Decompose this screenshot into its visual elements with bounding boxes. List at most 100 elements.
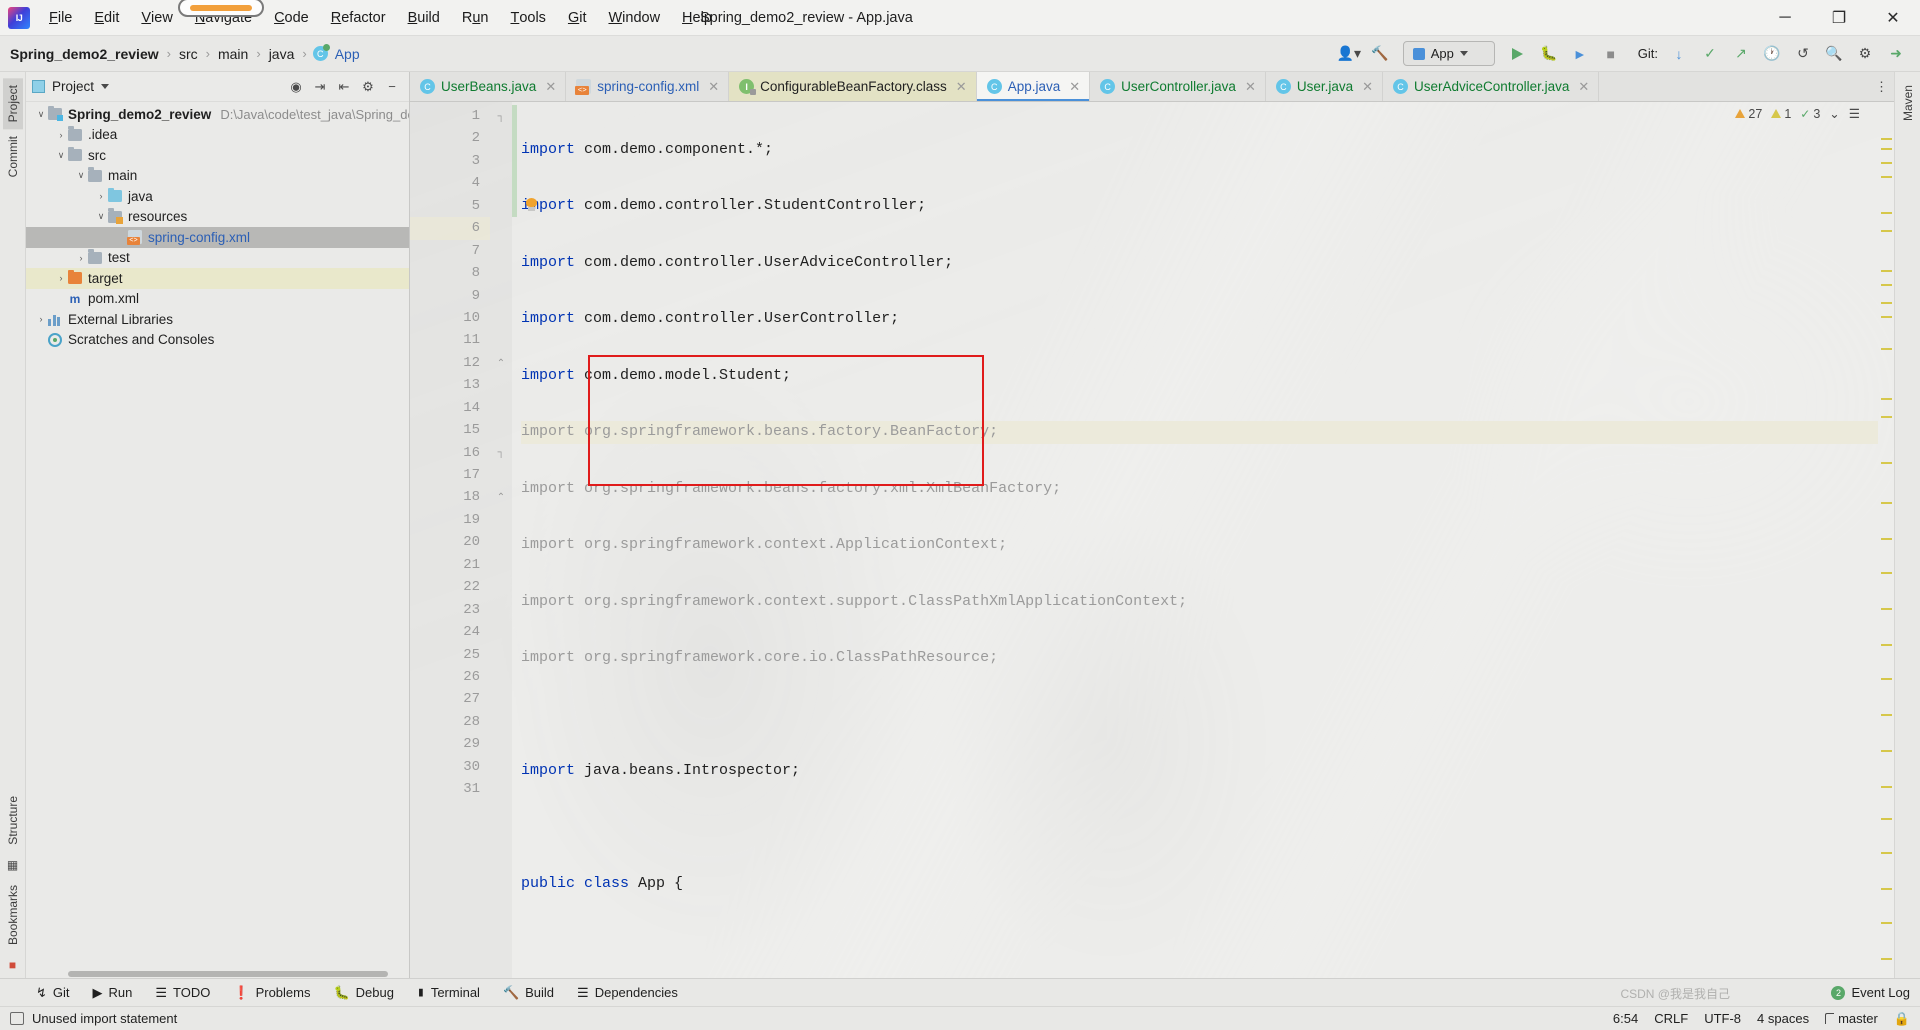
menu-item-window[interactable]: Window — [597, 0, 671, 35]
menu-item-tools[interactable]: Tools — [499, 0, 556, 35]
bottom-item-run[interactable]: ▶ Run — [83, 981, 143, 1005]
tree-node-external-libraries[interactable]: › External Libraries — [26, 309, 409, 330]
run-configuration-selector[interactable]: App — [1402, 41, 1495, 66]
sidebar-item-structure[interactable]: Structure — [3, 789, 23, 852]
chevron-right-icon[interactable]: › — [34, 314, 48, 324]
fold-marker[interactable]: ┐ — [490, 442, 512, 464]
event-log-widget[interactable]: 2 Event Log — [1831, 985, 1920, 1000]
search-icon[interactable]: ➜ — [1882, 41, 1910, 67]
build-hammer-icon[interactable]: 🔨 — [1366, 41, 1394, 67]
editor-tab-user-java[interactable]: C User.java ✕ — [1266, 72, 1384, 101]
chevron-right-icon[interactable]: › — [54, 130, 68, 140]
tree-node-idea[interactable]: › .idea — [26, 125, 409, 146]
close-icon[interactable]: ✕ — [1069, 79, 1080, 95]
editor-tab-usercontroller-java[interactable]: C UserController.java ✕ — [1090, 72, 1266, 101]
chevron-down-icon[interactable]: ∨ — [74, 170, 88, 181]
git-update-icon[interactable]: ↓ — [1665, 41, 1693, 67]
maximize-button[interactable]: ❐ — [1812, 0, 1866, 35]
rollback-icon[interactable]: ↺ — [1789, 41, 1817, 67]
chevron-right-icon[interactable]: › — [94, 191, 108, 201]
fold-marker[interactable]: ┐ — [490, 105, 512, 127]
run-icon[interactable] — [1504, 41, 1532, 67]
sidebar-item-commit[interactable]: Commit — [3, 129, 23, 184]
bottom-item-dependencies[interactable]: ☰ Dependencies — [567, 981, 688, 1005]
tree-node-java[interactable]: › java — [26, 186, 409, 207]
git-push-icon[interactable]: ↗ — [1727, 41, 1755, 67]
tree-node-scratches-and-consoles[interactable]: Scratches and Consoles — [26, 330, 409, 351]
error-stripe-gutter[interactable] — [1878, 102, 1894, 978]
editor-tab-configurablebeanfactory-class[interactable]: I ConfigurableBeanFactory.class ✕ — [729, 72, 977, 101]
chevron-right-icon[interactable]: › — [74, 253, 88, 263]
line-separator[interactable]: CRLF — [1654, 1011, 1688, 1026]
close-icon[interactable]: ✕ — [1362, 79, 1373, 95]
inspection-widget[interactable]: 27 1 ✓ 3 ⌄ ☰ — [1735, 106, 1860, 121]
bottom-item-build[interactable]: 🔨 Build — [493, 981, 564, 1005]
sidebar-item-project[interactable]: Project — [2, 78, 23, 130]
tree-node-src[interactable]: ∨ src — [26, 145, 409, 166]
run-with-coverage-icon[interactable]: ► — [1566, 41, 1594, 67]
breadcrumb-item-java[interactable]: java — [267, 46, 297, 62]
git-branch-widget[interactable]: master — [1825, 1011, 1878, 1026]
caret-position[interactable]: 6:54 — [1613, 1011, 1638, 1026]
close-icon[interactable]: ✕ — [956, 79, 967, 95]
editor-tab-app-java[interactable]: C App.java ✕ — [976, 72, 1091, 101]
menu-item-build[interactable]: Build — [397, 0, 451, 35]
sidebar-item-maven[interactable]: Maven — [1898, 78, 1918, 128]
history-icon[interactable]: 🕐 — [1758, 41, 1786, 67]
minimize-button[interactable]: ─ — [1758, 0, 1812, 35]
warnings-count[interactable]: 27 — [1735, 107, 1762, 121]
close-button[interactable]: ✕ — [1866, 0, 1920, 35]
menu-item-git[interactable]: Git — [557, 0, 598, 35]
hide-icon[interactable]: − — [381, 76, 403, 98]
menu-item-run[interactable]: Run — [451, 0, 500, 35]
code-text-area[interactable]: import com.demo.component.*; import com.… — [512, 102, 1878, 978]
menu-item-code[interactable]: Code — [263, 0, 320, 35]
close-icon[interactable]: ✕ — [1245, 79, 1256, 95]
code-folding-gutter[interactable]: ┐ ⌃ ┐ ⌃ — [490, 102, 512, 978]
more-tabs-icon[interactable]: ⋮ — [1869, 72, 1894, 101]
tree-node-spring-config-xml[interactable]: spring-config.xml — [26, 227, 409, 248]
file-encoding[interactable]: UTF-8 — [1704, 1011, 1741, 1026]
collapse-all-icon[interactable]: ⇥ — [309, 76, 331, 98]
git-commit-icon[interactable]: ✓ — [1696, 41, 1724, 67]
tree-node-pom-xml[interactable]: · m pom.xml — [26, 289, 409, 310]
breadcrumb-item-main[interactable]: main — [216, 46, 250, 62]
source-code[interactable]: import com.demo.component.*; import com.… — [521, 102, 1878, 978]
tree-node-resources[interactable]: ∨ resources — [26, 207, 409, 228]
chevron-down-icon[interactable] — [101, 84, 110, 89]
editor-tab-userbeans-java[interactable]: C UserBeans.java ✕ — [410, 72, 567, 101]
tree-node-target[interactable]: › target — [26, 268, 409, 289]
close-icon[interactable]: ✕ — [545, 79, 556, 95]
menu-item-edit[interactable]: Edit — [83, 0, 130, 35]
breadcrumb-item-src[interactable]: src — [177, 46, 200, 62]
weak-warnings-count[interactable]: 1 — [1771, 107, 1791, 121]
close-icon[interactable]: ✕ — [1578, 79, 1589, 95]
intention-bulb-icon[interactable] — [526, 198, 537, 211]
bottom-item-git[interactable]: ↯ Git — [26, 981, 80, 1005]
editor-tab-spring-config-xml[interactable]: spring-config.xml ✕ — [566, 72, 730, 101]
settings-gear-icon[interactable]: ⚙ — [1851, 41, 1879, 67]
expand-icon[interactable]: ⇤ — [333, 76, 355, 98]
inspections-settings-icon[interactable]: ☰ — [1849, 106, 1860, 121]
chevron-right-icon[interactable]: › — [54, 273, 68, 283]
menu-item-file[interactable]: FFileile — [38, 0, 83, 35]
chevron-down-icon[interactable]: ⌄ — [1829, 106, 1839, 121]
breadcrumb-item-project[interactable]: Spring_demo2_review — [8, 46, 161, 62]
chevron-down-icon[interactable]: ∨ — [54, 150, 68, 161]
lock-icon[interactable]: 🔒 — [1894, 1011, 1910, 1027]
bottom-item-todo[interactable]: ☰ TODO — [145, 981, 220, 1005]
user-avatar-icon[interactable]: 👤▾ — [1335, 41, 1363, 67]
tree-node-main[interactable]: ∨ main — [26, 166, 409, 187]
fold-marker[interactable]: ⌃ — [490, 486, 512, 508]
debug-icon[interactable]: 🐛 — [1535, 41, 1563, 67]
sidebar-item-bookmarks[interactable]: Bookmarks — [3, 878, 23, 952]
bottom-item-problems[interactable]: ❗ Problems — [223, 981, 320, 1005]
tree-node-test[interactable]: › test — [26, 248, 409, 269]
bottom-item-terminal[interactable]: ▮ Terminal — [407, 981, 490, 1005]
scope-icon[interactable]: ◉ — [285, 76, 307, 98]
fold-marker[interactable]: ⌃ — [490, 352, 512, 374]
menu-item-refactor[interactable]: Refactor — [320, 0, 397, 35]
stop-icon[interactable]: ■ — [1597, 41, 1625, 67]
editor-tab-useradvicecontroller-java[interactable]: C UserAdviceController.java ✕ — [1383, 72, 1600, 101]
settings-icon[interactable]: ⚙ — [357, 76, 379, 98]
